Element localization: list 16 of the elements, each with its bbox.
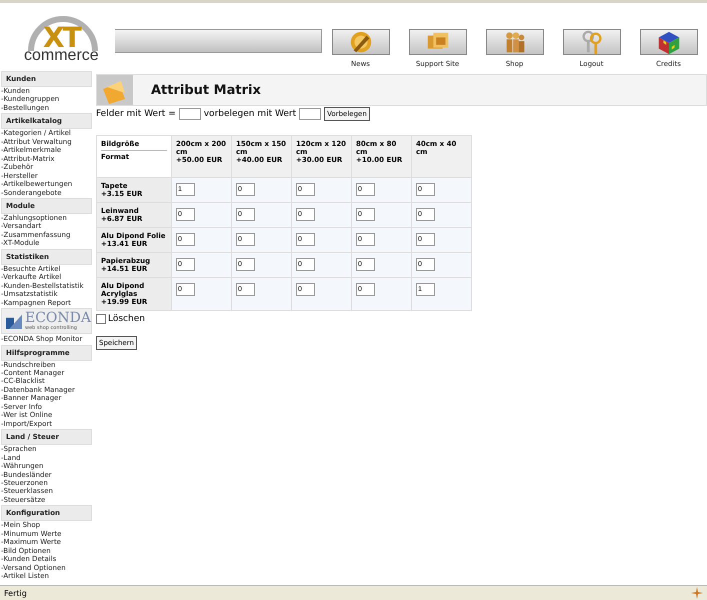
toolbar-button[interactable] bbox=[332, 29, 390, 55]
input-field[interactable] bbox=[178, 108, 201, 120]
field-label: Felder mit Wert = bbox=[96, 109, 176, 119]
field-label: vorbelegen mit Wert bbox=[204, 109, 296, 119]
throbber-icon bbox=[691, 587, 703, 599]
toolbar-button[interactable] bbox=[640, 29, 698, 55]
page-title: Attribut Matrix bbox=[151, 82, 261, 98]
input-field[interactable] bbox=[299, 108, 322, 120]
folder-icon bbox=[97, 75, 133, 105]
checkbox-label: Löschen bbox=[108, 314, 145, 324]
toolbar-button[interactable] bbox=[486, 29, 544, 55]
toolbar-button[interactable] bbox=[562, 29, 620, 55]
logo: XT commerce bbox=[23, 3, 103, 67]
toolbar-button[interactable] bbox=[408, 29, 466, 55]
checkbox[interactable] bbox=[96, 314, 106, 324]
status-text: Fertig bbox=[4, 588, 27, 598]
